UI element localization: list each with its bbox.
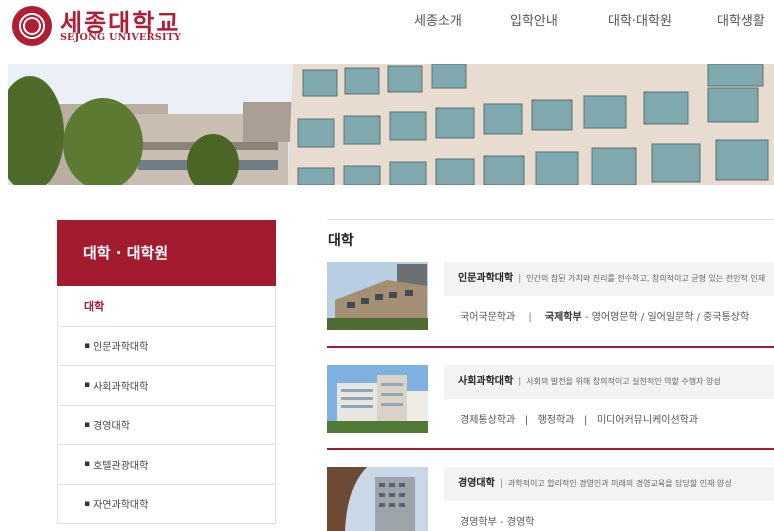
- sidebar-item-label: 경영대학: [93, 421, 130, 433]
- section-divider: [327, 346, 774, 348]
- sidebar-title-box: 대학 · 대학원: [57, 220, 276, 286]
- college-photo[interactable]: [327, 365, 428, 433]
- college-card-social-sciences: 사회과학대학 | 사회의 발전을 위해 창의적이고 실천적인 역할 수행자 양성 경…: [327, 365, 774, 455]
- college-header: 경영대학 | 과학적이고 합리적인 경영인과 미래의 경영교육을 담당할 인재 양성: [444, 467, 774, 501]
- department-list: 국어국문학과 | 국제학부 - 영어영문학 / 일어일문학 / 중국통상학: [460, 312, 750, 323]
- dept-link[interactable]: 국어국문학과: [460, 312, 515, 323]
- bullet-icon: ▪: [84, 459, 91, 470]
- college-card-business: 경영대학 | 과학적이고 합리적인 경영인과 미래의 경영교육을 담당할 인재 양성…: [327, 467, 774, 531]
- content-top-rule: [327, 219, 774, 220]
- site-header: 세종대학교 SEJONG UNIVERSITY 세종소개 입학안내 대학·대학원…: [0, 0, 774, 56]
- college-header: 사회과학대학 | 사회의 발전을 위해 창의적이고 실천적인 역할 수행자 양성: [444, 365, 774, 399]
- sidebar-item-label: 호텔관광대학: [93, 460, 149, 472]
- sidebar-item-business[interactable]: ▪ 경영대학: [57, 405, 276, 445]
- college-description: 인간의 참된 가치와 진리를 전수하고, 창의적이고 균형 있는 전인적 인재: [526, 274, 766, 283]
- bullet-icon: ▪: [84, 419, 91, 430]
- college-header: 인문과학대학 | 인간의 참된 가치와 진리를 전수하고, 창의적이고 균형 있는 …: [444, 262, 774, 296]
- global-nav: 세종소개 입학안내 대학·대학원 대학생활: [0, 10, 774, 30]
- department-list[interactable]: 경제통상학과 | 행정학과 | 미디어커뮤니케이션학과: [460, 411, 774, 426]
- nav-admission[interactable]: 입학안내: [510, 10, 558, 29]
- sidebar-item-label: 사회과학대학: [93, 381, 149, 393]
- college-name[interactable]: 사회과학대학: [458, 376, 513, 387]
- sidebar-title: 대학 · 대학원: [83, 244, 169, 262]
- sidebar-item-hospitality[interactable]: ▪ 호텔관광대학: [57, 445, 276, 485]
- logo-english-name[interactable]: SEJONG UNIVERSITY: [60, 32, 181, 43]
- college-name[interactable]: 경영대학: [458, 478, 495, 489]
- nav-campus-life[interactable]: 대학생활: [717, 10, 765, 29]
- sidebar-item-label: 인문과학대학: [93, 342, 149, 354]
- sidebar-item-humanities[interactable]: ▪ 인문과학대학: [57, 326, 276, 366]
- college-photo[interactable]: [327, 262, 428, 330]
- sidebar-menu: 대학 ▪ 인문과학대학 ▪ 사회과학대학 ▪ 경영대학 ▪ 호텔관광대학 ▪ 자…: [57, 287, 276, 524]
- college-description: 과학적이고 합리적인 경영인과 미래의 경영교육을 담당할 인재 양성: [507, 479, 732, 488]
- college-name[interactable]: 인문과학대학: [458, 273, 513, 284]
- page-title: 대학: [328, 233, 354, 249]
- sidebar-item-college[interactable]: 대학: [57, 287, 276, 327]
- dept-sub-list[interactable]: - 영어영문학 / 일어일문학 / 중국통상학: [582, 312, 749, 323]
- sidebar-item-label: 대학: [84, 300, 105, 314]
- department-list[interactable]: 경영학부 - 경영학: [460, 513, 774, 528]
- sidebar-item-label: 자연과학대학: [93, 500, 149, 512]
- bullet-icon: ▪: [84, 340, 91, 351]
- section-divider: [327, 448, 774, 450]
- dept-link-bold[interactable]: 국제학부: [545, 312, 582, 323]
- sidebar-item-natural-sciences[interactable]: ▪ 자연과학대학: [57, 484, 276, 524]
- sidebar-item-social-sciences[interactable]: ▪ 사회과학대학: [57, 366, 276, 406]
- nav-about[interactable]: 세종소개: [414, 10, 462, 29]
- campus-hero-image: [8, 64, 774, 185]
- nav-colleges[interactable]: 대학·대학원: [608, 10, 672, 29]
- bullet-icon: ▪: [84, 380, 91, 391]
- college-description: 사회의 발전을 위해 창의적이고 실천적인 역할 수행자 양성: [526, 377, 721, 386]
- college-photo[interactable]: [327, 467, 428, 531]
- college-card-humanities: 인문과학대학 | 인간의 참된 가치와 진리를 전수하고, 창의적이고 균형 있는 …: [327, 262, 774, 352]
- bullet-icon: ▪: [84, 498, 91, 509]
